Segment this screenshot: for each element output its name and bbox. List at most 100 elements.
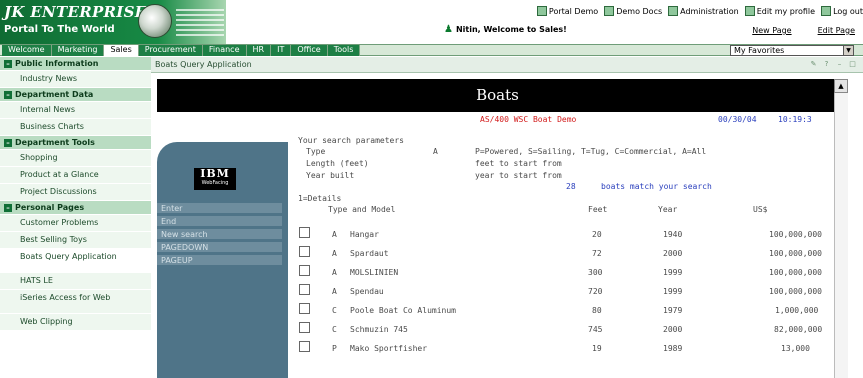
page-links: New Page Edit Page <box>752 26 855 35</box>
collapse-icon[interactable]: – <box>4 90 12 99</box>
row-feet: 300 <box>588 268 603 277</box>
tab-tools[interactable]: Tools <box>327 45 361 56</box>
welcome-text: Nitin, Welcome to Sales! <box>455 25 567 34</box>
sidebar-item-web-clipping[interactable]: Web Clipping <box>0 314 151 331</box>
tab-finance[interactable]: Finance <box>202 45 247 56</box>
tab-welcome[interactable]: Welcome <box>2 45 52 56</box>
header-links: Portal Demo Demo Docs Administration Edi… <box>536 4 863 18</box>
tab-hr[interactable]: HR <box>246 45 272 56</box>
row-select-checkbox[interactable] <box>299 265 310 276</box>
row-year: 2000 <box>663 249 683 258</box>
tab-it[interactable]: IT <box>271 45 292 56</box>
logo-decoration <box>176 8 224 36</box>
sidebar-item-iseries-access[interactable]: iSeries Access for Web <box>0 290 151 314</box>
portlet-title-bar: Boats Query Application ✎ ? – □ <box>151 57 863 73</box>
param-type-help: P=Powered, S=Sailing, T=Tug, C=Commercia… <box>475 147 707 156</box>
row-year: 1989 <box>663 344 683 353</box>
param-type-label: Type <box>306 147 326 156</box>
help-icon[interactable]: ? <box>822 60 831 69</box>
demo-docs-link[interactable]: Demo Docs <box>604 6 662 16</box>
favorites-select[interactable]: My Favorites ▼ <box>730 45 854 56</box>
new-search-button[interactable]: New search <box>157 229 282 240</box>
sidebar-item-product-at-a-glance[interactable]: Product at a Glance <box>0 167 151 184</box>
tab-office[interactable]: Office <box>291 45 328 56</box>
row-select-checkbox[interactable] <box>299 227 310 238</box>
sidebar-section-department-tools[interactable]: – Department Tools <box>0 136 151 150</box>
app-left-column: IBM WebFacing Enter End New search PAGED… <box>157 112 288 378</box>
welcome-message: ♟ Nitin, Welcome to Sales! <box>444 24 567 35</box>
row-model: Schmuzin 745 <box>350 325 408 334</box>
new-page-link[interactable]: New Page <box>752 26 791 35</box>
tab-procurement[interactable]: Procurement <box>138 45 203 56</box>
row-type: A <box>332 230 337 239</box>
row-select-checkbox[interactable] <box>299 322 310 333</box>
row-model: Mako Sportfisher <box>350 344 428 353</box>
administration-link[interactable]: Administration <box>668 6 739 16</box>
portal-demo-link[interactable]: Portal Demo <box>536 6 599 16</box>
details-label: 1=Details <box>298 194 342 203</box>
brand-logo[interactable]: JK ENTERPRISES Portal To The World <box>0 0 226 44</box>
sidebar-item-hats-le[interactable]: HATS LE <box>0 273 151 290</box>
row-select-checkbox[interactable] <box>299 341 310 352</box>
row-select-checkbox[interactable] <box>299 246 310 257</box>
webfacing-logo-text: WebFacing <box>201 180 229 186</box>
param-year-label: Year built <box>306 171 355 180</box>
globe-icon <box>138 4 172 38</box>
row-feet: 72 <box>592 249 602 258</box>
portlet-area: Boats Query Application ✎ ? – □ Boats IB… <box>151 57 863 378</box>
enter-button[interactable]: Enter <box>157 203 282 214</box>
tab-sales[interactable]: Sales <box>104 45 139 56</box>
row-year: 1999 <box>663 287 683 296</box>
row-type: A <box>332 287 337 296</box>
chevron-down-icon[interactable]: ▼ <box>843 46 853 55</box>
collapse-icon[interactable]: – <box>4 203 12 212</box>
sidebar-item-boats-query-application[interactable]: Boats Query Application <box>0 249 151 273</box>
sidebar-section-department-data[interactable]: – Department Data <box>0 88 151 102</box>
param-year-help: year to start from <box>475 171 562 180</box>
section-title: Public Information <box>15 58 99 68</box>
param-length-help: feet to start from <box>475 159 562 168</box>
portal-demo-label: Portal Demo <box>548 6 599 16</box>
collapse-icon[interactable]: – <box>4 59 12 68</box>
row-feet: 80 <box>592 306 602 315</box>
edit-profile-label: Edit my profile <box>756 6 816 16</box>
sidebar-section-public-information[interactable]: – Public Information <box>0 57 151 71</box>
end-button[interactable]: End <box>157 216 282 227</box>
maximize-icon[interactable]: □ <box>848 60 857 69</box>
row-price: 100,000,000 <box>769 230 822 239</box>
row-year: 1979 <box>663 306 683 315</box>
main-nav-bar: Welcome Marketing Sales Procurement Fina… <box>0 44 863 56</box>
row-year: 1999 <box>663 268 683 277</box>
sidebar-item-customer-problems[interactable]: Customer Problems <box>0 215 151 232</box>
sidebar-item-shopping[interactable]: Shopping <box>0 150 151 167</box>
demo-date: 00/30/04 <box>718 115 757 124</box>
row-model: MOLSLINIEN <box>350 268 399 277</box>
log-out-link[interactable]: Log out <box>821 6 863 16</box>
pageup-button[interactable]: PAGEUP <box>157 255 282 266</box>
portal-header: JK ENTERPRISES Portal To The World Porta… <box>0 0 863 44</box>
sidebar-section-personal-pages[interactable]: – Personal Pages <box>0 201 151 215</box>
collapse-icon[interactable]: – <box>4 138 12 147</box>
match-text: boats match your search <box>601 182 712 191</box>
row-model: Hangar <box>350 230 379 239</box>
demo-title: AS/400 WSC Boat Demo <box>480 115 577 124</box>
section-title: Department Data <box>15 89 94 99</box>
vertical-scrollbar[interactable] <box>834 93 848 378</box>
edit-icon[interactable]: ✎ <box>809 60 818 69</box>
row-select-checkbox[interactable] <box>299 303 310 314</box>
match-count: 28 <box>566 182 576 191</box>
sidebar-item-internal-news[interactable]: Internal News <box>0 102 151 119</box>
tab-marketing[interactable]: Marketing <box>51 45 105 56</box>
column-feet: Feet <box>588 205 608 214</box>
edit-page-link[interactable]: Edit Page <box>818 26 855 35</box>
favorites-value: My Favorites <box>734 46 785 55</box>
row-select-checkbox[interactable] <box>299 284 310 295</box>
edit-profile-link[interactable]: Edit my profile <box>744 6 816 16</box>
sidebar-item-industry-news[interactable]: Industry News <box>0 71 151 88</box>
sidebar-item-project-discussions[interactable]: Project Discussions <box>0 184 151 201</box>
minimize-icon[interactable]: – <box>835 60 844 69</box>
sidebar-item-business-charts[interactable]: Business Charts <box>0 119 151 136</box>
pagedown-button[interactable]: PAGEDOWN <box>157 242 282 253</box>
scroll-up-arrow[interactable]: ▲ <box>834 79 848 93</box>
sidebar-item-best-selling-toys[interactable]: Best Selling Toys <box>0 232 151 249</box>
